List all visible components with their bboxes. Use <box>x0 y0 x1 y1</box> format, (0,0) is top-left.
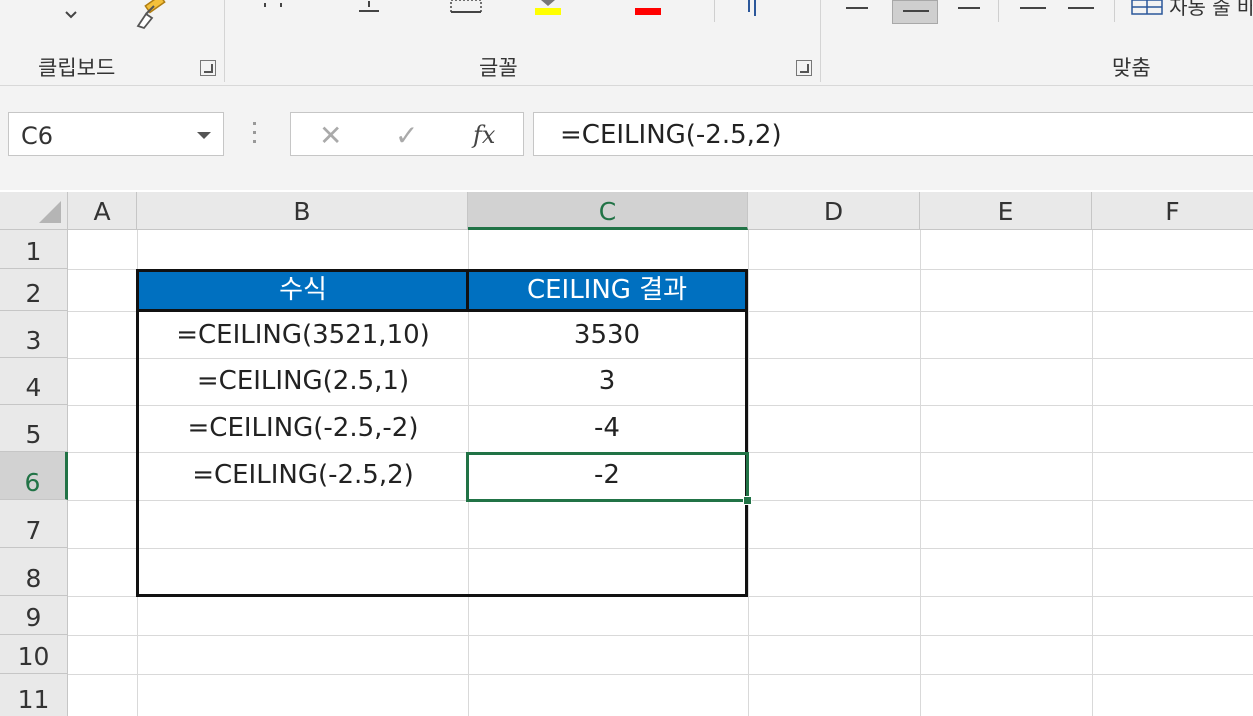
name-box-value: C6 <box>21 122 54 150</box>
underline-dropdown-icon[interactable] <box>357 0 381 14</box>
table-header-divider <box>136 309 748 312</box>
row-number: 7 <box>25 516 42 545</box>
font-group-label: 글꼴 <box>479 56 518 80</box>
merge-center-icon[interactable]: 자동 줄 바꿈 <box>1130 0 1252 20</box>
font-color-icon[interactable] <box>633 0 663 16</box>
align-bottom-icon[interactable] <box>956 0 982 16</box>
row-number: 8 <box>25 564 42 593</box>
row-header-1[interactable]: 1 <box>0 230 68 269</box>
column-header-d[interactable]: D <box>748 192 920 230</box>
row-number: 9 <box>25 603 42 632</box>
format-painter-icon[interactable] <box>132 0 168 30</box>
border-icon[interactable] <box>449 0 483 16</box>
fill-handle[interactable] <box>743 496 752 505</box>
row-header-9[interactable]: 9 <box>0 596 68 635</box>
spreadsheet-grid: A B C D E F 1 2 3 4 5 6 7 8 9 10 11 수식 C… <box>0 192 1253 716</box>
underline-icon[interactable] <box>261 0 285 14</box>
align-middle-icon[interactable] <box>892 0 938 24</box>
phonetic-icon[interactable] <box>745 0 759 20</box>
gridline <box>68 635 1253 636</box>
column-header-e[interactable]: E <box>920 192 1092 230</box>
alignment-group-label: 맞춤 <box>1112 56 1151 80</box>
fill-color-icon[interactable] <box>533 0 563 16</box>
row-number: 1 <box>25 237 42 266</box>
table-header-column-divider <box>466 269 469 312</box>
enter-icon[interactable]: ✓ <box>395 119 418 152</box>
chevron-down-icon[interactable] <box>197 132 211 139</box>
row-number: 2 <box>25 279 42 308</box>
gridline <box>68 674 1253 675</box>
align-center-icon[interactable] <box>1066 0 1096 16</box>
row-header-7[interactable]: 7 <box>0 500 68 548</box>
row-number: 3 <box>25 326 42 355</box>
more-options-icon[interactable] <box>252 122 258 146</box>
select-all-corner[interactable] <box>0 192 68 230</box>
row-number: 10 <box>17 642 50 671</box>
gridline <box>920 230 921 716</box>
row-header-8[interactable]: 8 <box>0 548 68 596</box>
font-group: 글꼴 <box>225 0 821 86</box>
column-header-b[interactable]: B <box>137 192 468 230</box>
paste-dropdown-icon[interactable] <box>64 4 78 19</box>
formula-text: =CEILING(-2.5,2) <box>560 120 782 150</box>
formula-input[interactable]: =CEILING(-2.5,2) <box>533 112 1253 156</box>
wrap-text-label: 자동 줄 바꿈 <box>1169 0 1252 19</box>
align-top-icon[interactable] <box>844 0 870 16</box>
row-header-6[interactable]: 6 <box>0 452 68 500</box>
formula-buttons: ✕ ✓ fx <box>290 112 524 156</box>
row-number: 5 <box>25 420 42 449</box>
formula-bar: C6 ✕ ✓ fx =CEILING(-2.5,2) <box>0 86 1253 192</box>
column-header-a[interactable]: A <box>68 192 137 230</box>
clipboard-group: 클립보드 <box>0 0 225 86</box>
align-divider <box>1114 0 1115 22</box>
insert-function-icon[interactable]: fx <box>473 121 495 149</box>
gridline <box>1092 230 1093 716</box>
group-divider <box>820 0 821 82</box>
row-number: 4 <box>25 373 42 402</box>
alignment-group: 자동 줄 바꿈 맞춤 <box>822 0 1253 86</box>
align-divider <box>998 0 999 22</box>
row-header-3[interactable]: 3 <box>0 311 68 358</box>
row-header-4[interactable]: 4 <box>0 358 68 405</box>
table-outline <box>136 269 748 597</box>
row-number: 11 <box>17 685 50 714</box>
row-header-11[interactable]: 11 <box>0 674 68 716</box>
row-header-10[interactable]: 10 <box>0 635 68 674</box>
row-number: 6 <box>24 468 41 497</box>
row-header-5[interactable]: 5 <box>0 405 68 452</box>
ribbon: 클립보드 글꼴 자동 줄 바 맞춤 <box>0 0 1253 86</box>
column-header-f[interactable]: F <box>1092 192 1253 230</box>
clipboard-group-label: 클립보드 <box>38 56 116 80</box>
font-dialog-launcher-icon[interactable] <box>796 60 812 76</box>
align-left-icon[interactable] <box>1018 0 1048 16</box>
font-divider <box>714 0 715 22</box>
name-box[interactable]: C6 <box>8 112 224 156</box>
active-cell-c6[interactable] <box>466 452 749 502</box>
cancel-icon[interactable]: ✕ <box>319 119 342 152</box>
clipboard-dialog-launcher-icon[interactable] <box>200 60 216 76</box>
column-header-c[interactable]: C <box>468 192 748 230</box>
row-header-2[interactable]: 2 <box>0 269 68 311</box>
